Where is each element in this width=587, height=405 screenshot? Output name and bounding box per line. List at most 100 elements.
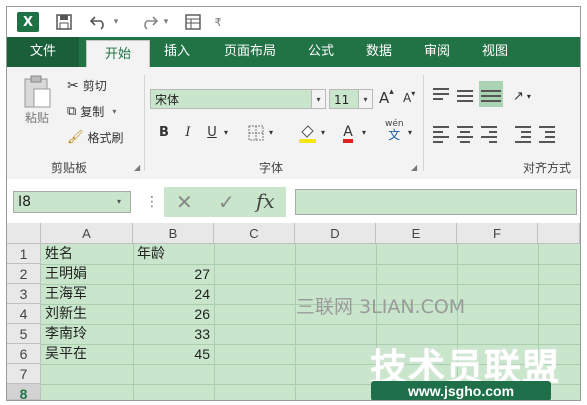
clipboard-launcher-icon[interactable]: ◢ xyxy=(134,163,140,172)
font-color-button[interactable]: A xyxy=(337,123,359,143)
paste-button[interactable]: 粘贴 xyxy=(19,75,55,135)
redo-icon[interactable] xyxy=(139,12,159,32)
column-header-a[interactable]: A xyxy=(41,223,133,244)
formula-bar-options-icon[interactable]: ⋮ xyxy=(145,191,159,213)
insert-function-icon[interactable]: fx xyxy=(256,189,275,213)
cell-a6[interactable]: 吴平在 xyxy=(41,344,133,364)
phonetic-icon: 文 xyxy=(388,128,401,142)
column-header-f[interactable]: F xyxy=(457,223,538,244)
font-size-dropdown-icon[interactable]: ▾ xyxy=(359,89,373,109)
row-header-1[interactable]: 1 xyxy=(7,244,41,264)
font-launcher-icon[interactable]: ◢ xyxy=(411,163,417,172)
column-header-b[interactable]: B xyxy=(133,223,214,244)
cell-b4[interactable]: 26 xyxy=(133,304,214,324)
format-painter-button[interactable]: 🖌 格式刷 xyxy=(67,129,124,146)
row-header-4[interactable]: 4 xyxy=(7,304,41,324)
undo-dropdown-icon[interactable]: ▾ xyxy=(111,12,121,32)
cancel-icon[interactable]: ✕ xyxy=(176,190,193,214)
column-header-c[interactable]: C xyxy=(214,223,295,244)
top-align-button[interactable] xyxy=(431,85,451,103)
row-header-6[interactable]: 6 xyxy=(7,344,41,364)
cell-a2[interactable]: 王明娟 xyxy=(41,264,133,284)
redo-dropdown-icon[interactable]: ▾ xyxy=(161,12,171,32)
copy-icon: ⧉ xyxy=(67,104,77,119)
excel-logo[interactable]: X xyxy=(17,12,39,32)
row-header-8[interactable]: 8 xyxy=(7,384,41,400)
cell-a3[interactable]: 王海军 xyxy=(41,284,133,304)
tab-view[interactable]: 视图 xyxy=(469,37,521,67)
cell-b1[interactable]: 年龄 xyxy=(133,244,214,264)
borders-dropdown-icon[interactable]: ▾ xyxy=(266,123,276,143)
name-box-dropdown-icon[interactable]: ▾ xyxy=(117,191,121,213)
font-size-box[interactable]: 11 xyxy=(329,89,359,109)
tab-file[interactable]: 文件 xyxy=(7,37,79,67)
save-icon[interactable] xyxy=(53,12,75,32)
underline-dropdown-icon[interactable]: ▾ xyxy=(221,123,231,143)
scissors-icon: ✂ xyxy=(67,77,79,94)
increase-indent-button[interactable] xyxy=(537,123,557,143)
column-header-g[interactable] xyxy=(538,223,580,244)
tab-review[interactable]: 审阅 xyxy=(411,37,463,67)
gridline xyxy=(295,244,296,400)
formula-buttons: ✕ ✓ fx xyxy=(164,187,286,217)
align-left-button[interactable] xyxy=(431,123,451,143)
font-group-label: 字体 xyxy=(259,161,284,175)
align-center-button[interactable] xyxy=(455,123,475,143)
middle-align-button[interactable] xyxy=(455,87,475,105)
copy-label: 复制 xyxy=(80,105,105,119)
fill-color-button[interactable] xyxy=(297,123,319,143)
cell-b2[interactable]: 27 xyxy=(133,264,214,284)
undo-icon[interactable] xyxy=(89,12,109,32)
row-header-7[interactable]: 7 xyxy=(7,364,41,384)
phonetic-button[interactable]: wén 文 xyxy=(385,119,404,141)
cut-button[interactable]: ✂ 剪切 xyxy=(67,77,107,94)
customize-qat-icon[interactable]: ₹ xyxy=(213,12,223,32)
shrink-font-button[interactable]: A ▾ xyxy=(403,89,415,106)
borders-button[interactable] xyxy=(245,123,267,143)
tab-insert[interactable]: 插入 xyxy=(151,37,203,67)
enter-icon[interactable]: ✓ xyxy=(218,190,235,214)
name-box[interactable]: I8 xyxy=(13,191,131,213)
gridline xyxy=(214,244,215,400)
tab-home[interactable]: 开始 xyxy=(86,40,150,68)
excel-window: X ▾ ▾ ₹ 文件 开始 插入 页面布局 公式 数据 审阅 视图 粘贴 ✂ 剪… xyxy=(6,6,581,401)
align-right-button[interactable] xyxy=(479,123,499,143)
column-header-e[interactable]: E xyxy=(376,223,457,244)
cell-a1[interactable]: 姓名 xyxy=(41,244,133,264)
watermark-3lian: 三联网 3LIAN.COM xyxy=(296,296,466,318)
formula-input[interactable] xyxy=(295,189,577,215)
cell-b3[interactable]: 24 xyxy=(133,284,214,304)
font-name-dropdown-icon[interactable]: ▾ xyxy=(312,89,326,109)
tab-page-layout[interactable]: 页面布局 xyxy=(210,37,290,67)
row-header-5[interactable]: 5 xyxy=(7,324,41,344)
phonetic-dropdown-icon[interactable]: ▾ xyxy=(405,123,415,143)
font-name-box[interactable]: 宋体 xyxy=(150,89,312,109)
tab-data[interactable]: 数据 xyxy=(353,37,405,67)
decrease-indent-button[interactable] xyxy=(513,123,533,143)
tab-formulas[interactable]: 公式 xyxy=(295,37,347,67)
cell-b6[interactable]: 45 xyxy=(133,344,214,364)
cell-b5[interactable]: 33 xyxy=(133,324,214,344)
cell-a5[interactable]: 李南玲 xyxy=(41,324,133,344)
group-separator xyxy=(423,75,424,171)
fill-color-dropdown-icon[interactable]: ▾ xyxy=(318,123,328,143)
bold-button[interactable]: B xyxy=(153,123,175,143)
bottom-align-button[interactable] xyxy=(479,81,503,107)
row-header-3[interactable]: 3 xyxy=(7,284,41,304)
italic-button[interactable]: I xyxy=(177,123,199,143)
borders-icon xyxy=(248,125,264,141)
copy-dropdown-icon[interactable]: ▾ xyxy=(112,107,116,116)
select-all-corner[interactable] xyxy=(7,223,41,244)
column-header-d[interactable]: D xyxy=(295,223,376,244)
orientation-button[interactable]: ↗ ▾ xyxy=(513,89,531,104)
grow-font-button[interactable]: A ▴ xyxy=(379,87,394,107)
row-header-2[interactable]: 2 xyxy=(7,264,41,284)
form-icon[interactable] xyxy=(183,12,203,32)
cell-a4[interactable]: 刘新生 xyxy=(41,304,133,324)
font-color-dropdown-icon[interactable]: ▾ xyxy=(359,123,369,143)
grow-font-icon: A xyxy=(379,89,390,107)
underline-button[interactable]: U xyxy=(201,123,223,143)
copy-button[interactable]: ⧉ 复制 ▾ xyxy=(67,103,116,120)
paintbrush-icon: 🖌 xyxy=(67,130,84,145)
alignment-group-label: 对齐方式 xyxy=(523,161,572,175)
